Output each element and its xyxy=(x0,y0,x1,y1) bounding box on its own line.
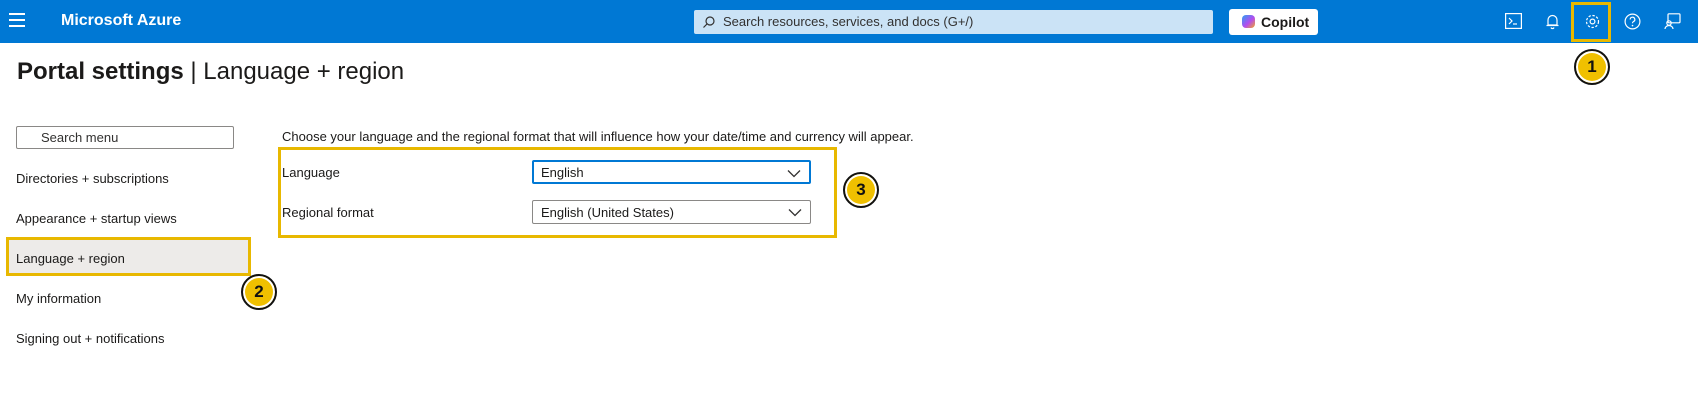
page-title-separator: | xyxy=(183,58,204,85)
hamburger-menu-icon[interactable] xyxy=(9,13,25,27)
copilot-icon xyxy=(1242,15,1255,28)
annotation-badge-1: 1 xyxy=(1574,49,1610,85)
help-button[interactable] xyxy=(1612,0,1652,43)
page-title-section: Language + region xyxy=(203,58,405,85)
sidebar-item-signing-out-notifications[interactable]: Signing out + notifications xyxy=(16,331,165,346)
feedback-button[interactable] xyxy=(1652,0,1692,43)
cloud-shell-icon xyxy=(1505,13,1522,29)
menu-search-input[interactable]: Search menu xyxy=(16,126,234,149)
brand-title[interactable]: Microsoft Azure xyxy=(61,12,181,30)
notifications-icon xyxy=(1546,14,1559,30)
global-search-placeholder: Search resources, services, and docs (G+… xyxy=(723,14,974,29)
cloud-shell-button[interactable] xyxy=(1493,0,1533,43)
sidebar-item-directories-subscriptions[interactable]: Directories + subscriptions xyxy=(16,171,169,186)
feedback-icon xyxy=(1664,13,1681,30)
help-icon xyxy=(1624,13,1641,30)
sidebar-highlight-box xyxy=(6,237,251,276)
global-search-input[interactable]: Search resources, services, and docs (G+… xyxy=(694,10,1213,34)
top-bar: Microsoft Azure Search resources, servic… xyxy=(0,0,1698,43)
copilot-button[interactable]: Copilot xyxy=(1229,9,1318,35)
settings-description: Choose your language and the regional fo… xyxy=(282,129,914,144)
page-title: Portal settings | Language + region xyxy=(17,58,404,86)
form-highlight-box xyxy=(278,147,837,238)
sidebar-item-appearance-startup-views[interactable]: Appearance + startup views xyxy=(16,211,177,226)
notifications-button[interactable] xyxy=(1532,0,1572,43)
page-title-main: Portal settings xyxy=(17,58,184,85)
settings-highlight-box xyxy=(1571,2,1611,42)
annotation-badge-3: 3 xyxy=(843,172,879,208)
annotation-badge-2: 2 xyxy=(241,274,277,310)
copilot-label: Copilot xyxy=(1261,14,1310,30)
search-icon xyxy=(703,16,715,28)
menu-search-placeholder: Search menu xyxy=(41,130,119,145)
sidebar-item-my-information[interactable]: My information xyxy=(16,291,101,306)
